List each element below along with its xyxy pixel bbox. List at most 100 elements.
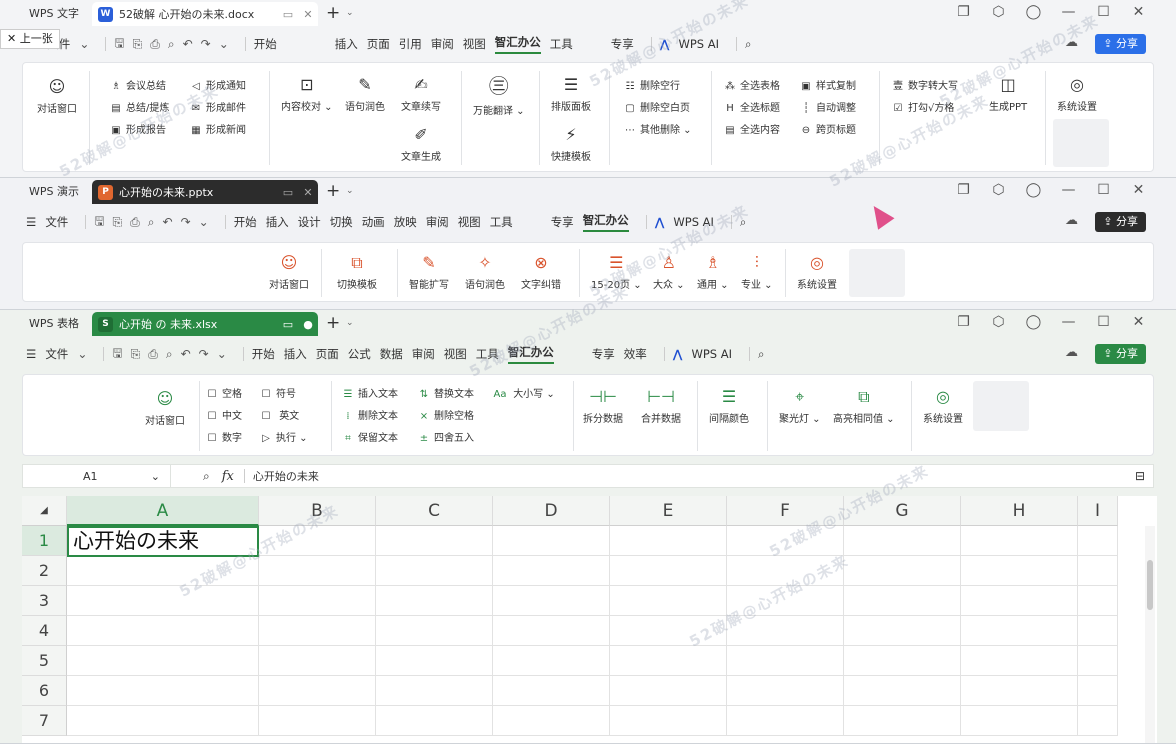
cell[interactable] bbox=[844, 526, 961, 556]
column-header-b[interactable]: B bbox=[259, 496, 376, 526]
polish-button[interactable]: ✎ 语句润色 bbox=[345, 75, 385, 113]
select-all-corner[interactable]: ◢ bbox=[22, 496, 67, 526]
minimize-icon[interactable]: — bbox=[1051, 314, 1086, 330]
name-box[interactable]: A1 ⌄ bbox=[23, 465, 171, 487]
redo-icon[interactable]: ↷ bbox=[201, 37, 211, 51]
avatar[interactable]: ◯ bbox=[1016, 314, 1051, 330]
select-tables-button[interactable]: ⁂ 全选表格 bbox=[723, 77, 780, 92]
checkbox-button[interactable]: ☑ 打勾√方格 bbox=[891, 99, 955, 114]
avatar[interactable]: ◯ bbox=[1016, 182, 1051, 198]
wps-ai-icon[interactable]: ⋀ bbox=[655, 215, 665, 229]
copy-style-button[interactable]: ▣ 样式复制 bbox=[799, 77, 856, 92]
text-correct-button[interactable]: ⊗ 文字纠错 bbox=[521, 253, 561, 291]
export-icon[interactable]: ⎘ bbox=[133, 37, 143, 52]
cell[interactable] bbox=[376, 676, 493, 706]
report-button[interactable]: ▣ 形成报告 bbox=[109, 121, 166, 136]
row-header-7[interactable]: 7 bbox=[22, 706, 67, 736]
tab-exclusive[interactable]: 专享 bbox=[592, 346, 615, 362]
cell[interactable] bbox=[727, 586, 844, 616]
row-header-3[interactable]: 3 bbox=[22, 586, 67, 616]
chevron-down-icon[interactable]: ⌄ bbox=[346, 318, 354, 328]
tab-review[interactable]: 审阅 bbox=[412, 346, 435, 362]
cell[interactable] bbox=[844, 706, 961, 736]
generate-article-button[interactable]: ✐ 文章生成 bbox=[401, 125, 441, 163]
expand-formula-icon[interactable]: ⊟ bbox=[1135, 469, 1145, 483]
wps-ai-icon[interactable]: ⋀ bbox=[673, 347, 683, 361]
wps-ai-button[interactable]: WPS AI bbox=[678, 37, 719, 51]
row-header-5[interactable]: 5 bbox=[22, 646, 67, 676]
generate-ppt-button[interactable]: ◫ 生成PPT bbox=[989, 75, 1027, 113]
round-button[interactable]: ± 四舍五入 bbox=[417, 429, 474, 444]
cell[interactable] bbox=[727, 646, 844, 676]
screen-icon[interactable]: ▭ bbox=[278, 318, 298, 331]
cell[interactable] bbox=[493, 556, 610, 586]
tab-smart-office[interactable]: 智汇办公 bbox=[582, 212, 629, 232]
english-checkbox[interactable]: ☐ 英文 bbox=[259, 407, 300, 422]
cell[interactable] bbox=[610, 556, 727, 586]
row-header-1[interactable]: 1 bbox=[22, 526, 67, 556]
close-tab-icon[interactable]: ✕ bbox=[298, 8, 318, 21]
cell[interactable] bbox=[1078, 706, 1118, 736]
undo-icon[interactable]: ↶ bbox=[163, 215, 173, 229]
space-checkbox[interactable]: ☐ 空格 bbox=[205, 385, 242, 400]
tab-insert[interactable]: 插入 bbox=[335, 36, 358, 52]
cloud-icon[interactable]: ☁ bbox=[1065, 35, 1078, 50]
search-icon[interactable]: ⌕ bbox=[758, 347, 764, 362]
tab-efficiency[interactable]: 效率 bbox=[624, 346, 647, 362]
wps-ai-button[interactable]: WPS AI bbox=[691, 347, 732, 361]
cell[interactable] bbox=[1078, 586, 1118, 616]
tab-tools[interactable]: 工具 bbox=[476, 346, 499, 362]
cell[interactable] bbox=[961, 556, 1078, 586]
cell[interactable] bbox=[727, 706, 844, 736]
new-tab-icon[interactable]: + bbox=[326, 3, 340, 23]
execute-button[interactable]: ▷ 执行 ⌄ bbox=[259, 429, 307, 444]
print-icon[interactable]: ⎙ bbox=[130, 215, 140, 230]
close-icon[interactable]: ✕ bbox=[1121, 314, 1156, 330]
cell[interactable] bbox=[493, 616, 610, 646]
summarize-button[interactable]: ▤ 总结/提炼 bbox=[109, 99, 169, 114]
tab-smart-office[interactable]: 智汇办公 bbox=[494, 34, 541, 54]
translate-button[interactable]: ㊂万能翻译 ⌄ bbox=[473, 73, 525, 117]
interval-color-button[interactable]: ☰ 间隔颜色 bbox=[709, 387, 749, 425]
cell[interactable] bbox=[610, 706, 727, 736]
new-tab-icon[interactable]: + bbox=[326, 313, 340, 333]
cross-page-title-button[interactable]: ⊖ 跨页标题 bbox=[799, 121, 856, 136]
search-icon[interactable]: ⌕ bbox=[745, 37, 751, 52]
tile-icon[interactable]: ❐ bbox=[946, 4, 981, 20]
presentation-file-menu[interactable]: 文件 bbox=[45, 214, 68, 230]
select-headings-button[interactable]: H 全选标题 bbox=[723, 99, 780, 114]
cell[interactable] bbox=[376, 706, 493, 736]
cell[interactable] bbox=[610, 646, 727, 676]
tab-page[interactable]: 页面 bbox=[367, 36, 390, 52]
cloud-icon[interactable]: ☁ bbox=[1065, 345, 1078, 360]
undo-icon[interactable]: ↶ bbox=[183, 37, 193, 51]
split-data-button[interactable]: ⊣⊢ 拆分数据 bbox=[583, 387, 623, 425]
other-delete-button[interactable]: ⋯ 其他删除 ⌄ bbox=[623, 121, 692, 136]
delete-text-button[interactable]: ⁞ 删除文本 bbox=[341, 407, 398, 422]
search-icon[interactable]: ⌕ bbox=[740, 215, 746, 230]
smart-expand-button[interactable]: ✎ 智能扩写 bbox=[409, 253, 449, 291]
save-icon[interactable]: 🖫 bbox=[114, 34, 124, 55]
tab-insert[interactable]: 插入 bbox=[284, 346, 307, 362]
cell[interactable] bbox=[961, 586, 1078, 616]
preview-icon[interactable]: ⌕ bbox=[166, 347, 173, 362]
cell[interactable] bbox=[493, 706, 610, 736]
cell[interactable] bbox=[727, 556, 844, 586]
share-button[interactable]: ⇪ 分享 bbox=[1095, 344, 1146, 364]
tab-exclusive[interactable]: 专享 bbox=[611, 36, 634, 52]
page-count-select[interactable]: ☰ 15-20页 ⌄ bbox=[591, 253, 642, 291]
cell[interactable] bbox=[727, 616, 844, 646]
cell[interactable] bbox=[67, 556, 259, 586]
auto-adjust-button[interactable]: ┆ 自动调整 bbox=[799, 99, 856, 114]
undo-icon[interactable]: ↶ bbox=[181, 347, 191, 361]
share-button[interactable]: ⇪ 分享 bbox=[1095, 34, 1146, 54]
cell[interactable] bbox=[259, 646, 376, 676]
tab-reference[interactable]: 引用 bbox=[399, 36, 422, 52]
column-header-i[interactable]: I bbox=[1078, 496, 1118, 526]
chat-window-button[interactable]: ☺ 对话窗口 bbox=[37, 77, 77, 115]
redo-icon[interactable]: ↷ bbox=[199, 347, 209, 361]
switch-template-button[interactable]: ⧉ 切换模板 bbox=[337, 253, 377, 291]
chevron-down-icon[interactable]: ⌄ bbox=[79, 37, 89, 51]
maximize-icon[interactable]: ☐ bbox=[1086, 182, 1121, 198]
cell[interactable] bbox=[259, 586, 376, 616]
